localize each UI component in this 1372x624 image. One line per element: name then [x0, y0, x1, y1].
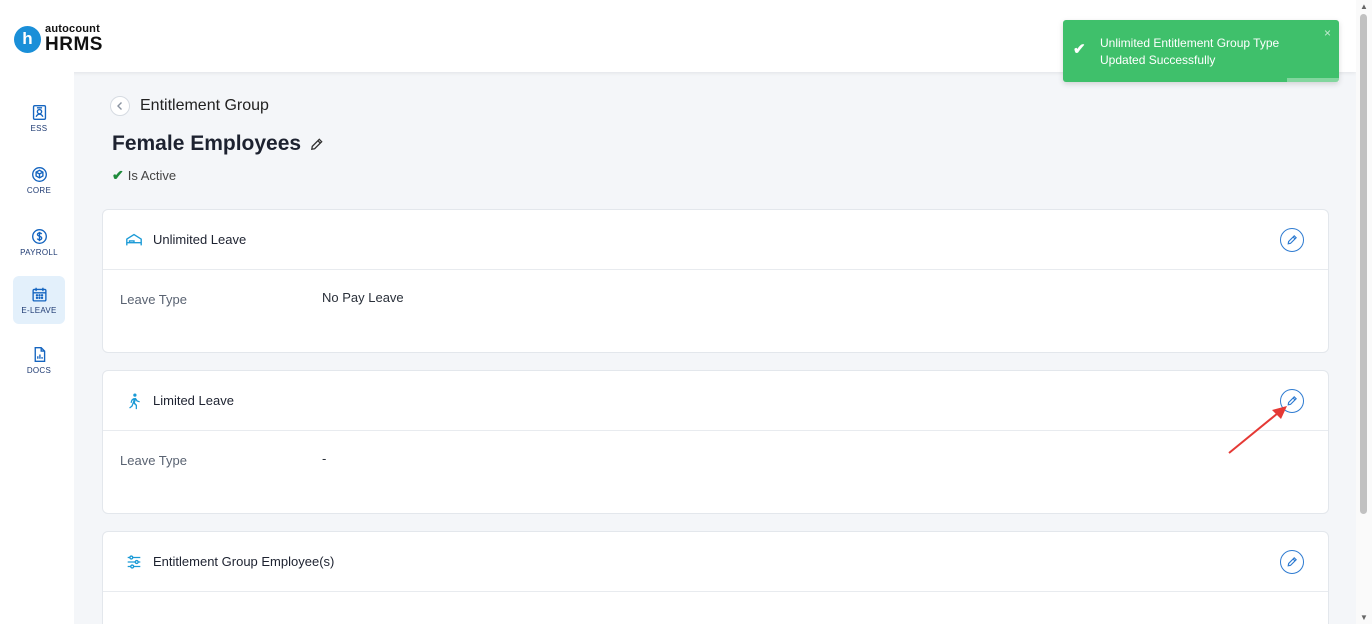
- sidebar-item-label: E-LEAVE: [21, 305, 57, 315]
- pencil-icon[interactable]: [309, 137, 324, 152]
- sidebar-item-label: DOCS: [26, 365, 52, 375]
- breadcrumb-title: Entitlement Group: [140, 97, 269, 114]
- sidebar-item-label: ESS: [30, 123, 48, 133]
- field-label: Leave Type: [120, 453, 187, 468]
- logo-product-text: HRMS: [45, 34, 103, 55]
- calendar-icon: [31, 287, 47, 302]
- sidebar-item-payroll[interactable]: PAYROLL: [13, 218, 65, 266]
- sidebar: ESS CORE PAYROLL E-LEAVE DOCS: [0, 72, 74, 624]
- app-logo[interactable]: h autocount HRMS: [14, 24, 103, 54]
- pencil-icon: [1287, 235, 1297, 245]
- card-header: Unlimited Leave: [103, 210, 1328, 270]
- bed-icon: [126, 233, 142, 245]
- document-icon: [34, 346, 45, 362]
- chevron-left-icon: [117, 102, 122, 110]
- check-icon: ✔: [1073, 41, 1086, 58]
- edit-limited-leave-button[interactable]: [1280, 389, 1304, 413]
- edit-employees-button[interactable]: [1280, 550, 1304, 574]
- sidebar-item-core[interactable]: CORE: [13, 156, 65, 204]
- scroll-up-arrow-icon[interactable]: ▲: [1360, 2, 1368, 11]
- close-icon[interactable]: ×: [1324, 26, 1331, 40]
- scroll-down-arrow-icon[interactable]: ▼: [1360, 613, 1368, 622]
- field-value: No Pay Leave: [322, 290, 404, 305]
- sidebar-item-docs[interactable]: DOCS: [13, 336, 65, 384]
- cube-icon: [31, 166, 47, 182]
- card-title: Unlimited Leave: [153, 232, 247, 247]
- card-title: Limited Leave: [153, 393, 234, 408]
- toast-progress-bar: [1287, 78, 1339, 82]
- main-content: Entitlement Group Female Employees ✔ Is …: [74, 72, 1356, 624]
- pencil-icon: [1287, 396, 1297, 406]
- sidebar-item-label: CORE: [26, 185, 52, 195]
- card-body: Leave Type No Pay Leave: [103, 270, 1328, 352]
- toast-message: Unlimited Entitlement Group Type Updated…: [1100, 36, 1280, 67]
- sidebar-item-label: PAYROLL: [20, 247, 58, 257]
- card-header: Limited Leave: [103, 371, 1328, 431]
- status-row: ✔ Is Active: [112, 167, 176, 184]
- field-label: Leave Type: [120, 292, 187, 307]
- page-title-row: Female Employees: [112, 132, 324, 156]
- dollar-icon: [31, 228, 47, 244]
- card-body: Leave Type -: [103, 431, 1328, 513]
- breadcrumb: Entitlement Group: [110, 96, 269, 116]
- scrollbar[interactable]: ▲ ▼: [1356, 0, 1372, 624]
- status-text: Is Active: [127, 168, 177, 183]
- page-title: Female Employees: [112, 132, 302, 155]
- success-toast: ✔ Unlimited Entitlement Group Type Updat…: [1063, 20, 1339, 82]
- unlimited-leave-card: Unlimited Leave Leave Type No Pay Leave: [102, 209, 1329, 353]
- limited-leave-card: Limited Leave Leave Type -: [102, 370, 1329, 514]
- card-title: Entitlement Group Employee(s): [153, 554, 335, 569]
- edit-unlimited-leave-button[interactable]: [1280, 228, 1304, 252]
- card-header: Entitlement Group Employee(s): [103, 532, 1328, 592]
- field-value: -: [322, 451, 327, 466]
- sidebar-item-e-leave[interactable]: E-LEAVE: [13, 276, 65, 324]
- walking-icon: [129, 393, 140, 409]
- sliders-icon: [127, 554, 141, 569]
- ess-icon: [32, 104, 46, 120]
- sidebar-item-ess[interactable]: ESS: [13, 94, 65, 142]
- back-button[interactable]: [110, 96, 130, 116]
- logo-badge: h: [14, 25, 41, 53]
- pencil-icon: [1287, 557, 1297, 567]
- entitlement-group-employees-card: Entitlement Group Employee(s): [102, 531, 1329, 624]
- scroll-thumb[interactable]: [1360, 14, 1367, 514]
- check-icon: ✔: [112, 167, 124, 183]
